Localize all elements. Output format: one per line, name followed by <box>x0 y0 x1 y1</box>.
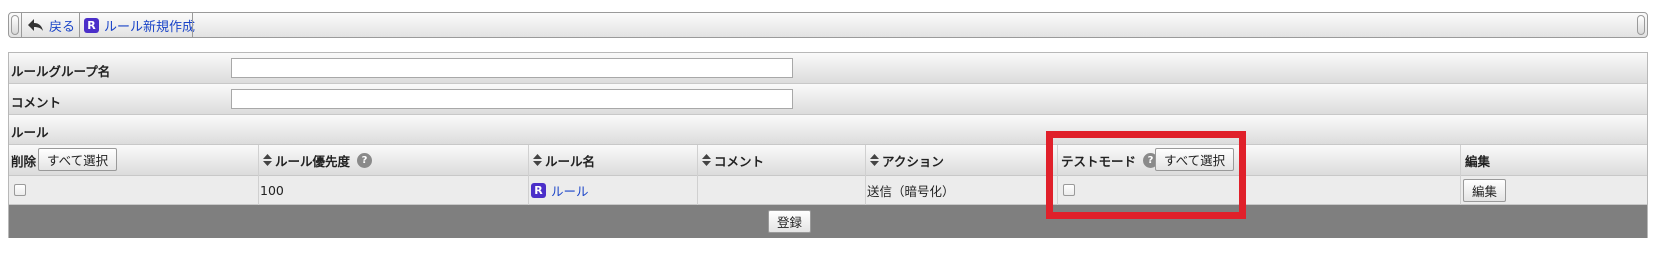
column-divider <box>528 145 529 176</box>
header-rule-name-label: ルール名 <box>545 153 596 169</box>
new-rule-button[interactable]: R ルール新規作成 <box>84 16 196 35</box>
header-action[interactable]: アクション <box>870 145 944 175</box>
toolbar-left-cap <box>11 15 19 35</box>
column-divider <box>528 176 529 205</box>
rules-section-label: ルール <box>11 125 49 140</box>
register-button[interactable]: 登録 <box>768 210 812 233</box>
toolbar-separator <box>21 13 22 37</box>
rules-section-row: ルール <box>9 115 1647 145</box>
rules-table-header: 削除 すべて選択 ルール優先度 ? ルール名 コメント アクション テストモード… <box>9 145 1647 176</box>
action-cell: 送信（暗号化） <box>867 176 955 204</box>
table-row: 100 R ルール 送信（暗号化） 編集 <box>9 176 1647 205</box>
rule-name-link[interactable]: ルール <box>551 181 589 200</box>
header-rule-name[interactable]: ルール名 <box>533 145 595 175</box>
column-divider <box>1057 176 1058 205</box>
back-arrow-icon <box>28 19 43 31</box>
column-divider <box>1057 145 1058 176</box>
back-button[interactable]: 戻る <box>27 16 76 35</box>
header-priority-label: ルール優先度 <box>275 153 351 169</box>
sort-icon <box>533 154 542 166</box>
rule-group-form: ルールグループ名 コメント ルール 削除 すべて選択 ルール優先度 ? ルール名… <box>8 52 1648 238</box>
toolbar: 戻る R ルール新規作成 <box>8 12 1648 38</box>
column-divider <box>865 176 866 205</box>
toolbar-right-cap <box>1637 15 1645 35</box>
header-edit-label: 編集 <box>1465 153 1491 169</box>
header-comment[interactable]: コメント <box>702 145 764 175</box>
rule-icon: R <box>84 17 99 33</box>
edit-button[interactable]: 編集 <box>1463 179 1507 202</box>
toolbar-separator <box>79 13 80 37</box>
header-test-mode: テストモード ? <box>1061 145 1159 175</box>
header-delete: 削除 <box>11 145 36 175</box>
header-priority[interactable]: ルール優先度 ? <box>263 145 373 175</box>
test-mode-checkbox[interactable] <box>1063 184 1075 196</box>
comment-label: コメント <box>11 95 62 110</box>
back-label: 戻る <box>49 19 76 35</box>
comment-input[interactable] <box>231 89 793 109</box>
column-divider <box>865 145 866 176</box>
group-name-input[interactable] <box>231 58 793 78</box>
header-test-mode-label: テストモード <box>1061 153 1137 169</box>
column-divider <box>697 176 698 205</box>
select-all-test-mode-button[interactable]: すべて選択 <box>1155 148 1235 171</box>
group-name-row: ルールグループ名 <box>9 53 1647 84</box>
header-action-label: アクション <box>882 153 944 169</box>
sort-icon <box>702 154 711 166</box>
new-rule-label: ルール新規作成 <box>104 19 196 35</box>
column-divider <box>1460 145 1461 176</box>
priority-cell: 100 <box>260 176 284 204</box>
header-comment-label: コメント <box>714 153 765 169</box>
header-delete-label: 削除 <box>11 153 37 169</box>
column-divider <box>1460 176 1461 205</box>
toolbar-separator <box>192 13 193 37</box>
help-icon[interactable]: ? <box>357 152 373 168</box>
group-name-label: ルールグループ名 <box>11 64 111 79</box>
sort-icon <box>263 154 272 166</box>
rule-icon: R <box>531 182 546 198</box>
sort-icon <box>870 154 879 166</box>
column-divider <box>258 145 259 176</box>
select-all-delete-button[interactable]: すべて選択 <box>38 148 118 171</box>
rule-name-cell[interactable]: R ルール <box>531 176 589 204</box>
action-value: 送信（暗号化） <box>867 183 955 199</box>
priority-value: 100 <box>260 182 284 198</box>
footer-bar: 登録 <box>9 205 1647 238</box>
header-edit: 編集 <box>1465 145 1490 175</box>
delete-checkbox[interactable] <box>14 184 26 196</box>
column-divider <box>697 145 698 176</box>
column-divider <box>258 176 259 205</box>
comment-row: コメント <box>9 84 1647 115</box>
